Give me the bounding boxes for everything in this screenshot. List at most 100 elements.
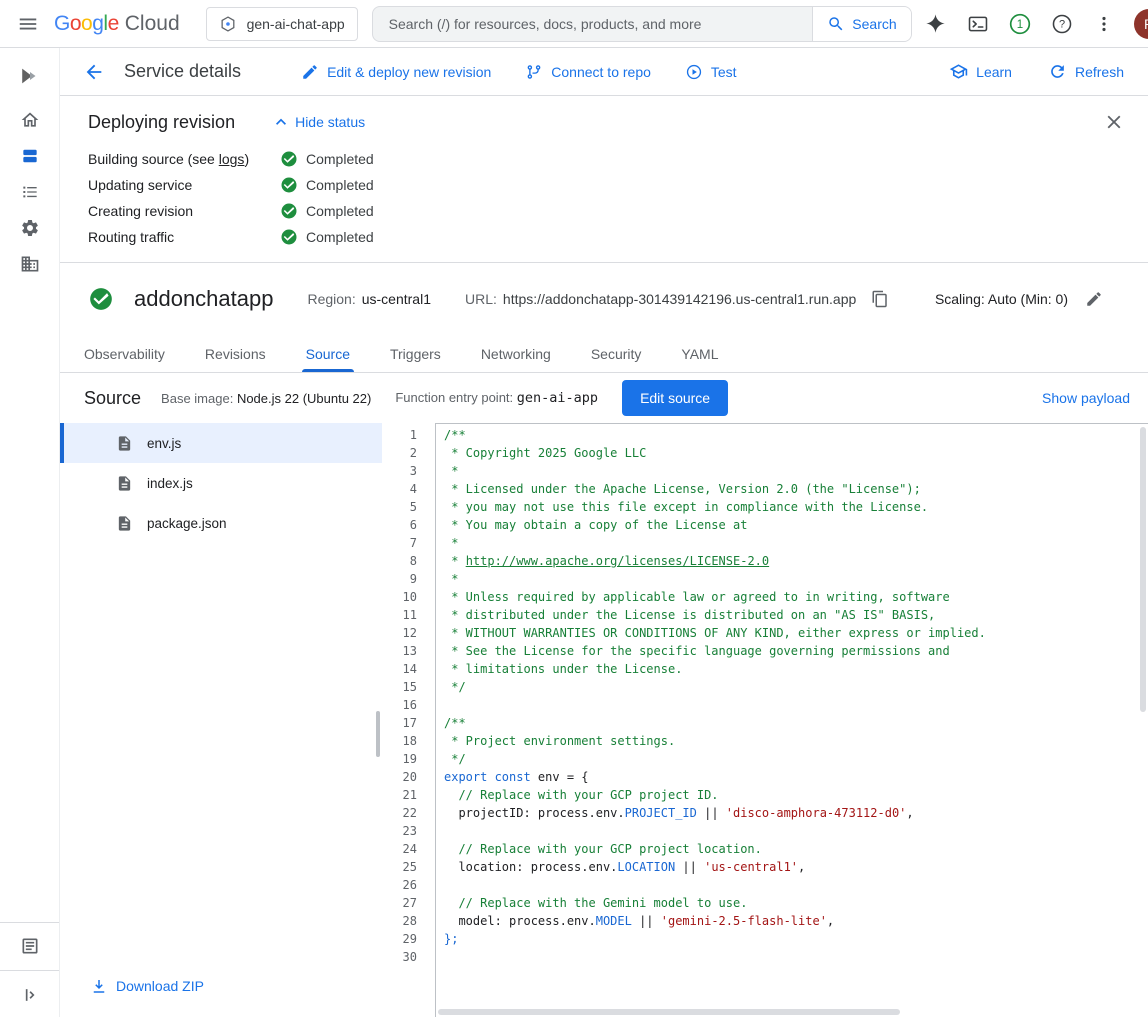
hide-status-toggle[interactable]: Hide status [271,112,365,132]
topbar-utilities: 1 ? P [916,4,1148,44]
rail-home-button[interactable] [6,102,54,138]
check-circle-icon [280,228,298,246]
release-notes-button[interactable] [6,928,54,964]
tab-source[interactable]: Source [306,335,350,372]
code-line: * limitations under the License. [444,660,1148,678]
code-line: projectID: process.env.PROJECT_ID || 'di… [444,804,1148,822]
code-line: // Replace with the Gemini model to use. [444,894,1148,912]
file-name: env.js [147,436,181,451]
action-bar: Service details Edit & deploy new revisi… [60,48,1148,96]
file-name: package.json [147,516,227,531]
gemini-button[interactable] [916,4,956,44]
code-line [444,876,1148,894]
tab-observability[interactable]: Observability [84,335,165,372]
search-button[interactable]: Search [812,7,910,41]
hamburger-menu-button[interactable] [8,4,48,44]
avatar-letter: P [1144,16,1148,32]
copy-url-button[interactable] [866,285,894,313]
play-circle-icon [685,63,703,81]
deploy-steps: Building source (see logs)CompletedUpdat… [88,146,1120,250]
refresh-icon [1048,62,1067,81]
more-options-button[interactable] [1084,4,1124,44]
edit-scaling-button[interactable] [1080,285,1108,313]
tab-bar: Observability Revisions Source Triggers Netw… [60,335,1148,373]
horizontal-scrollbar[interactable] [436,1007,1136,1017]
project-name: gen-ai-chat-app [247,16,345,32]
logs-link[interactable]: logs [219,151,245,167]
service-status-check-icon [88,286,114,312]
home-icon [20,110,40,130]
file-package.json[interactable]: package.json [60,503,382,543]
file-env.js[interactable]: env.js [60,423,382,463]
notifications-button[interactable]: 1 [1000,4,1040,44]
test-button[interactable]: Test [685,63,737,81]
code-line [444,822,1148,840]
learn-button[interactable]: Learn [949,62,1012,81]
tab-networking[interactable]: Networking [481,335,551,372]
source-toolbar: Source Base image: Node.js 22 (Ubuntu 22… [60,373,1148,423]
service-url-link[interactable]: https://addonchatapp-301439142196.us-cen… [503,291,856,307]
edit-source-button[interactable]: Edit source [622,380,728,416]
edit-deploy-button[interactable]: Edit & deploy new revision [301,63,491,81]
code-line: */ [444,678,1148,696]
rail-services-button[interactable] [6,138,54,174]
connect-repo-button[interactable]: Connect to repo [525,63,651,81]
check-circle-icon [280,150,298,168]
refresh-label: Refresh [1075,64,1124,80]
vertical-scrollbar[interactable] [1137,424,1148,1007]
vertical-scrollbar-thumb[interactable] [1140,427,1146,712]
topbar: Google Cloud gen-ai-chat-app Search 1 [0,0,1148,48]
collapse-nav-button[interactable] [6,977,54,1013]
left-nav-rail [0,48,60,1017]
deploy-step: Building source (see logs)Completed [88,146,1120,172]
cloud-shell-button[interactable] [958,4,998,44]
rail-domains-button[interactable] [6,246,54,282]
back-button[interactable] [74,52,114,92]
code-line: /** [444,426,1148,444]
search-input[interactable] [373,7,813,41]
step-status: Completed [280,176,374,194]
rail-jobs-button[interactable] [6,174,54,210]
source-title: Source [84,388,141,409]
deploy-step: Creating revisionCompleted [88,198,1120,224]
hamburger-icon [17,13,39,35]
learn-icon [949,62,968,81]
project-selector[interactable]: gen-ai-chat-app [206,7,358,41]
scaling-field: Scaling: Auto (Min: 0) [935,285,1108,313]
refresh-button[interactable]: Refresh [1048,62,1124,81]
base-image-field: Base image: Node.js 22 (Ubuntu 22) [161,391,371,406]
code-line: * Copyright 2025 Google LLC [444,444,1148,462]
file-tree-scrollbar[interactable] [376,711,380,757]
file-index.js[interactable]: index.js [60,463,382,503]
file-icon [116,435,133,452]
collapse-panel-icon [20,985,40,1005]
google-cloud-logo[interactable]: Google Cloud [54,12,180,36]
code-line: * See the License for the specific langu… [444,642,1148,660]
tab-yaml[interactable]: YAML [681,335,718,372]
chevron-up-icon [271,112,291,132]
close-panel-button[interactable] [1100,108,1128,136]
code-editor[interactable]: 1234567891011121314151617181920212223242… [382,423,1148,1017]
tab-revisions[interactable]: Revisions [205,335,266,372]
check-circle-icon [280,202,298,220]
code-line: // Replace with your GCP project ID. [444,786,1148,804]
vertical-dots-icon [1094,14,1114,34]
jobs-list-icon [20,182,40,202]
code-line: */ [444,750,1148,768]
code-line: * you may not use this file except in co… [444,498,1148,516]
connect-repo-label: Connect to repo [551,64,651,80]
horizontal-scrollbar-thumb[interactable] [438,1009,900,1015]
building-icon [20,254,40,274]
rail-worker-pools-button[interactable] [6,210,54,246]
code-line: /** [444,714,1148,732]
search-button-label: Search [852,16,896,32]
avatar[interactable]: P [1134,9,1148,39]
show-payload-button[interactable]: Show payload [1042,390,1130,406]
cloud-run-product-button[interactable] [6,56,54,96]
tab-security[interactable]: Security [591,335,642,372]
tab-triggers[interactable]: Triggers [390,335,441,372]
base-image-label: Base image: [161,391,233,406]
download-zip-button[interactable]: Download ZIP [60,977,382,1017]
file-tree: env.js index.js package.json Download ZIP [60,423,382,1017]
help-button[interactable]: ? [1042,4,1082,44]
